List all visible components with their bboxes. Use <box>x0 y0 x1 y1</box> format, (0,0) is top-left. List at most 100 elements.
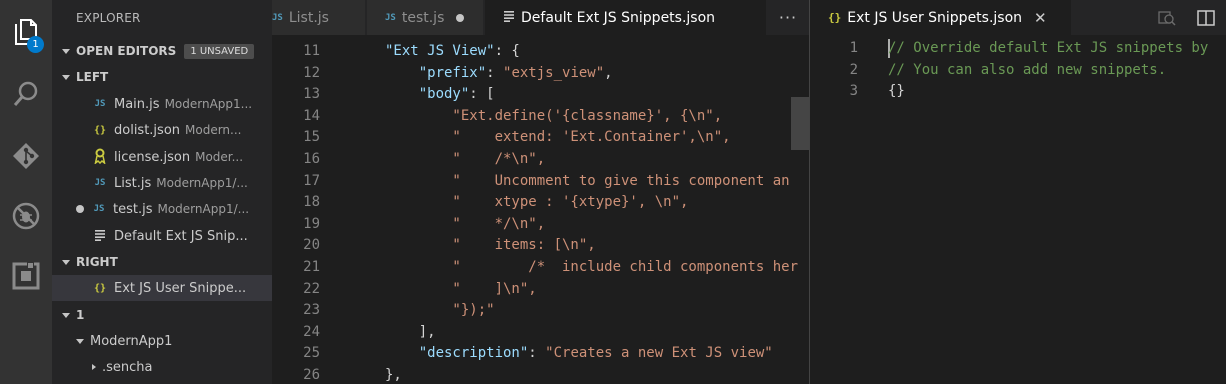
line-number: 22 <box>303 280 320 297</box>
license-file-icon <box>92 148 108 167</box>
code-line: 15 " extend: 'Ext.Container',\n", <box>272 127 809 149</box>
code-text: "prefix": "extjs_view", <box>418 64 613 81</box>
code-text: " /* include child components her <box>385 259 799 275</box>
code-text: " */\n", <box>385 215 546 232</box>
code-text: "body": [ <box>418 86 495 103</box>
chevron-right-icon <box>92 364 96 370</box>
tree-item[interactable]: ModernApp1 <box>52 328 272 354</box>
code-line: 25 "description": "Creates a new Ext JS … <box>272 343 809 365</box>
open-editor-item[interactable]: {} Ext JS User Snippe... <box>52 275 272 301</box>
line-number: 14 <box>303 107 320 124</box>
code-line: 17 " Uncomment to give this component an <box>272 171 809 193</box>
tab-label: Ext JS User Snippets.json <box>847 9 1023 26</box>
code-text: ], <box>385 323 436 340</box>
open-editor-item[interactable]: JS Main.js ModernApp1... <box>52 91 272 117</box>
line-number: 23 <box>303 302 320 319</box>
file-name: license.json <box>114 149 191 165</box>
open-editors-header[interactable]: OPEN EDITORS 1 UNSAVED <box>52 38 272 64</box>
editor-left[interactable]: 11 "Ext JS View": {12 "prefix": "extjs_vi… <box>272 35 809 384</box>
group-left-header[interactable]: LEFT <box>52 64 272 90</box>
line-number: 3 <box>849 83 858 100</box>
explorer-icon[interactable]: 1 <box>0 4 52 60</box>
file-name: Ext JS User Snippe... <box>114 280 247 296</box>
tab-user-snippets[interactable]: {} Ext JS User Snippets.json ✕ <box>810 0 1072 35</box>
code-text: " xtype : '{xtype}', \n", <box>385 194 689 211</box>
lines-file-icon <box>503 10 515 25</box>
code-line: 26}, <box>272 365 809 384</box>
unsaved-dot-icon[interactable] <box>76 205 84 213</box>
folder-name: .sencha <box>102 359 153 375</box>
line-number: 18 <box>303 194 320 211</box>
open-editor-item[interactable]: license.json Moder... <box>52 144 272 170</box>
line-number: 26 <box>303 367 320 383</box>
js-file-icon: JS <box>93 204 105 214</box>
code-text: // You can also add new snippets. <box>888 61 1167 78</box>
group-label: LEFT <box>76 70 109 84</box>
group-right-header[interactable]: RIGHT <box>52 249 272 275</box>
file-path: ModernApp1... <box>164 97 253 111</box>
sidebar-title: EXPLORER <box>76 11 141 25</box>
file-path: Moder... <box>195 150 244 164</box>
chevron-down-icon <box>76 338 84 344</box>
code-line: 18 " xtype : '{xtype}', \n", <box>272 192 809 214</box>
js-file-icon: JS <box>385 12 396 23</box>
open-preview-icon[interactable] <box>1148 9 1186 27</box>
code-text: "description": "Creates a new Ext JS vie… <box>418 345 773 362</box>
file-name: Default Ext JS Snip... <box>114 228 248 244</box>
tab-test-js[interactable]: JS test.js <box>367 0 484 35</box>
file-path: ModernApp1/... <box>156 176 248 190</box>
line-number: 19 <box>303 215 320 232</box>
code-line: 11 "Ext JS View": { <box>272 41 809 63</box>
open-editor-item[interactable]: JS test.js ModernApp1/... <box>52 196 272 222</box>
code-line: 24 ], <box>272 322 809 344</box>
open-editors-label: OPEN EDITORS <box>76 44 177 58</box>
scrollbar-thumb[interactable] <box>791 97 809 150</box>
code-text: "});" <box>385 302 495 319</box>
code-line: 3 {} <box>810 81 1226 103</box>
tab-list-js[interactable]: JS List.js <box>272 0 366 35</box>
tab-label: test.js <box>401 9 445 26</box>
code-text: " /*\n", <box>385 151 546 167</box>
code-line: 22 " ]\n", <box>272 279 809 301</box>
code-line: 16 " /*\n", <box>272 149 809 171</box>
code-line: 13 "body": [ <box>272 84 809 106</box>
open-editor-item[interactable]: {} dolist.json Modern... <box>52 117 272 143</box>
source-control-icon[interactable] <box>0 128 52 184</box>
search-icon[interactable] <box>0 66 52 122</box>
unsaved-badge: 1 UNSAVED <box>184 43 255 59</box>
unsaved-dot-icon[interactable] <box>456 13 465 22</box>
open-editor-item[interactable]: JS List.js ModernApp1/... <box>52 170 272 196</box>
workspace-section-header[interactable]: 1 <box>52 302 272 328</box>
split-editor-icon[interactable] <box>1186 9 1226 26</box>
code-line: 20 " items: [\n", <box>272 235 809 257</box>
code-line: 2 // You can also add new snippets. <box>810 60 1226 82</box>
tab-label: List.js <box>288 9 329 26</box>
more-actions-button[interactable]: ··· <box>767 0 809 35</box>
extensions-icon[interactable] <box>0 248 52 304</box>
line-number: 25 <box>303 345 320 362</box>
open-editor-item[interactable]: Default Ext JS Snip... <box>52 223 272 249</box>
workspace-label: 1 <box>76 308 85 322</box>
code-line: 14 "Ext.define('{classname}', {\n", <box>272 106 809 128</box>
file-path: ModernApp1/... <box>157 202 250 216</box>
tree-item[interactable]: .sencha <box>52 354 272 380</box>
code-line: 23 "});" <box>272 300 809 322</box>
json-file-icon: {} <box>93 282 107 294</box>
line-number: 2 <box>849 61 858 78</box>
chevron-down-icon <box>62 48 70 54</box>
folder-name: ModernApp1 <box>90 333 173 349</box>
code-text: // Override default Ext JS snippets by <box>888 40 1209 56</box>
lines-file-icon <box>92 229 108 244</box>
line-number: 12 <box>303 64 320 81</box>
line-number: 16 <box>303 151 320 167</box>
file-path: Modern... <box>185 123 242 137</box>
tab-default-snippets[interactable]: Default Ext JS Snippets.json <box>485 0 767 35</box>
explorer-badge: 1 <box>27 36 44 53</box>
close-icon[interactable]: ✕ <box>1034 9 1047 27</box>
file-name: dolist.json <box>114 122 181 138</box>
line-number: 13 <box>303 86 320 103</box>
tab-label: Default Ext JS Snippets.json <box>521 9 716 26</box>
editor-right[interactable]: 1 // Override default Ext JS snippets by 2… <box>810 35 1226 384</box>
code-text: " items: [\n", <box>385 237 596 254</box>
debug-icon[interactable] <box>0 188 52 244</box>
